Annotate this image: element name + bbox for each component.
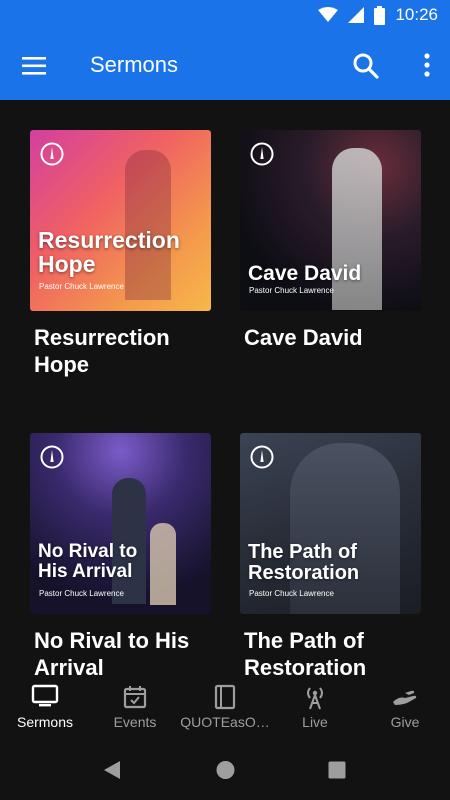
church-logo-icon — [40, 142, 64, 166]
sermon-card-no-rival[interactable]: No Rival to His Arrival Pastor Chuck Law… — [30, 433, 211, 675]
sermon-title[interactable]: Cave David — [244, 324, 421, 351]
church-logo-icon — [250, 142, 274, 166]
sermon-card-path-of-restoration[interactable]: The Path of Restoration Pastor Chuck Law… — [240, 433, 421, 675]
page-title: Sermons — [90, 52, 179, 77]
thumbnail-title: Resurrection Hope — [38, 227, 180, 278]
singer-silhouette — [150, 523, 176, 605]
nav-label: Give — [390, 714, 420, 730]
wifi-icon — [318, 7, 339, 22]
sermon-thumbnail[interactable]: Resurrection Hope Pastor Chuck Lawrence — [30, 130, 211, 311]
thumbnail-pastor: Pastor Chuck Lawrence — [249, 286, 334, 295]
battery-icon — [374, 5, 386, 25]
sermon-title[interactable]: Resurrection Hope — [34, 324, 211, 378]
thumbnail-title: The Path of Restoration — [248, 541, 360, 584]
sermon-grid: Resurrection Hope Pastor Chuck Lawrence … — [0, 100, 450, 675]
nav-label: Sermons — [16, 714, 74, 730]
speaker-silhouette — [125, 150, 171, 300]
calendar-icon — [123, 686, 147, 709]
sermon-thumbnail[interactable]: No Rival to His Arrival Pastor Chuck Law… — [30, 433, 211, 614]
thumbnail-pastor: Pastor Chuck Lawrence — [249, 589, 334, 598]
app-bar: Sermons — [0, 32, 450, 100]
tv-icon — [31, 684, 59, 707]
broadcast-icon — [307, 687, 323, 710]
signal-icon — [348, 7, 365, 23]
nav-item-live[interactable]: Live — [270, 675, 360, 741]
nav-label: QUOTEasO… — [180, 714, 270, 730]
nav-item-sermons[interactable]: Sermons — [0, 675, 90, 741]
nav-label: Live — [302, 714, 328, 730]
home-icon[interactable] — [215, 759, 236, 781]
search-icon[interactable] — [352, 52, 380, 80]
sermon-card-resurrection-hope[interactable]: Resurrection Hope Pastor Chuck Lawrence … — [30, 130, 211, 378]
give-hand-icon — [393, 690, 417, 705]
thumbnail-pastor: Pastor Chuck Lawrence — [39, 282, 124, 291]
back-icon[interactable] — [102, 759, 122, 781]
sermon-thumbnail[interactable]: Cave David Pastor Chuck Lawrence — [240, 130, 421, 311]
status-bar: 10:26 — [0, 0, 450, 32]
nav-item-give[interactable]: Give — [360, 675, 450, 741]
sermon-title[interactable]: The Path of Restoration — [244, 627, 421, 675]
sermon-card-cave-david[interactable]: Cave David Pastor Chuck Lawrence Cave Da… — [240, 130, 421, 351]
recents-icon[interactable] — [327, 759, 347, 781]
sermon-thumbnail[interactable]: The Path of Restoration Pastor Chuck Law… — [240, 433, 421, 614]
thumbnail-title: No Rival to His Arrival — [38, 541, 138, 582]
book-icon — [214, 684, 236, 710]
sermon-title[interactable]: No Rival to His Arrival — [34, 627, 211, 675]
system-nav-bar — [0, 741, 450, 800]
bottom-nav: Sermons Events QUOTEasO… Live Give — [0, 675, 450, 741]
speaker-silhouette — [332, 148, 382, 310]
thumbnail-title: Cave David — [248, 262, 362, 285]
thumbnail-pastor: Pastor Chuck Lawrence — [39, 589, 124, 598]
nav-item-events[interactable]: Events — [90, 675, 180, 741]
more-vert-icon[interactable] — [420, 52, 434, 80]
nav-item-quoteasone[interactable]: QUOTEasO… — [180, 675, 270, 741]
church-logo-icon — [250, 445, 274, 469]
menu-icon[interactable] — [22, 53, 48, 79]
status-time: 10:26 — [395, 5, 438, 24]
nav-label: Events — [113, 714, 157, 730]
church-logo-icon — [40, 445, 64, 469]
